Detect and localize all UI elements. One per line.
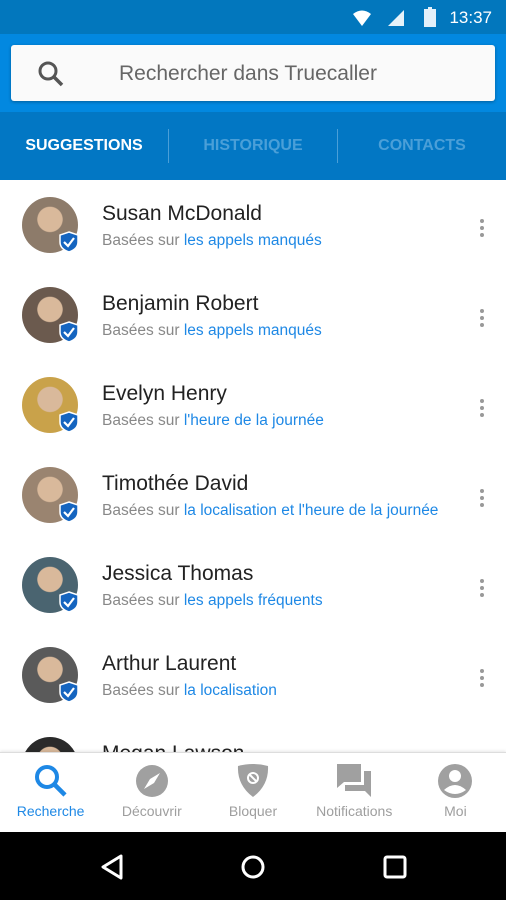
verified-badge-icon xyxy=(59,501,79,523)
block-shield-icon xyxy=(237,764,269,797)
suggestion-reason: Basées sur les appels fréquents xyxy=(102,592,323,610)
nav-decouvrir[interactable]: Découvrir xyxy=(101,753,202,832)
reason-link: les appels manqués xyxy=(183,232,322,249)
clock: 13:37 xyxy=(449,8,492,27)
suggestion-reason: Basées sur les appels manqués xyxy=(102,232,322,250)
back-icon[interactable] xyxy=(100,854,124,880)
verified-badge-icon xyxy=(59,231,79,253)
nav-label: Recherche xyxy=(16,803,85,819)
contact-row[interactable]: Timothée David Basées sur la localisatio… xyxy=(0,450,506,540)
app-bar: Rechercher dans Truecaller xyxy=(0,34,506,112)
avatar xyxy=(22,737,78,752)
compass-icon xyxy=(135,765,168,797)
contact-row[interactable]: Susan McDonald Basées sur les appels man… xyxy=(0,180,506,270)
search-icon xyxy=(38,61,64,87)
contact-row[interactable]: Arthur Laurent Basées sur la localisatio… xyxy=(0,630,506,720)
reason-prefix: Basées sur xyxy=(102,502,184,519)
more-options-icon[interactable] xyxy=(479,669,485,690)
nav-recherche[interactable]: Recherche xyxy=(0,753,101,832)
more-options-icon[interactable] xyxy=(479,309,485,330)
nav-bloquer[interactable]: Bloquer xyxy=(202,753,303,832)
suggestion-reason: Basées sur les appels manqués xyxy=(102,322,322,340)
chat-icon xyxy=(337,764,372,797)
more-options-icon[interactable] xyxy=(479,399,485,420)
reason-link: la localisation xyxy=(183,682,277,699)
verified-badge-icon xyxy=(59,681,79,703)
home-icon[interactable] xyxy=(240,854,266,880)
suggestion-reason: Basées sur la localisation xyxy=(102,682,277,700)
battery-icon xyxy=(424,7,436,27)
status-bar: 13:37 xyxy=(0,0,506,34)
search-icon xyxy=(34,765,67,797)
verified-badge-icon xyxy=(59,321,79,343)
recents-icon[interactable] xyxy=(383,855,407,879)
contact-name: Susan McDonald xyxy=(102,202,262,225)
reason-prefix: Basées sur xyxy=(102,232,184,249)
reason-link: les appels fréquents xyxy=(183,592,323,609)
contact-name: Megan Lawson xyxy=(102,742,244,752)
suggestion-reason: Basées sur l'heure de la journée xyxy=(102,412,324,430)
system-nav-bar xyxy=(0,832,506,900)
tab-historique[interactable]: HISTORIQUE xyxy=(169,137,337,155)
more-options-icon[interactable] xyxy=(479,489,485,510)
contact-name: Evelyn Henry xyxy=(102,382,227,405)
nav-label: Découvrir xyxy=(121,803,182,819)
reason-prefix: Basées sur xyxy=(102,682,184,699)
reason-prefix: Basées sur xyxy=(102,412,184,429)
contact-name: Arthur Laurent xyxy=(102,652,237,675)
reason-link: la localisation et l'heure de la journée xyxy=(183,502,439,519)
tab-contacts[interactable]: CONTACTS xyxy=(338,137,506,155)
wifi-icon xyxy=(353,10,371,26)
contact-row[interactable]: Megan Lawson xyxy=(0,720,506,752)
reason-link: l'heure de la journée xyxy=(183,412,324,429)
suggestion-list: Susan McDonald Basées sur les appels man… xyxy=(0,180,506,752)
search-placeholder: Rechercher dans Truecaller xyxy=(119,62,377,85)
nav-notifications[interactable]: Notifications xyxy=(304,753,405,832)
contact-row[interactable]: Evelyn Henry Basées sur l'heure de la jo… xyxy=(0,360,506,450)
more-options-icon[interactable] xyxy=(479,579,485,600)
tab-bar: SUGGESTIONS HISTORIQUE CONTACTS xyxy=(0,112,506,180)
suggestion-reason: Basées sur la localisation et l'heure de… xyxy=(102,502,438,520)
bottom-nav: Recherche Découvrir Bloquer Notification… xyxy=(0,752,506,832)
nav-label: Notifications xyxy=(316,803,393,819)
verified-badge-icon xyxy=(59,591,79,613)
contact-row[interactable]: Benjamin Robert Basées sur les appels ma… xyxy=(0,270,506,360)
nav-label: Bloquer xyxy=(228,803,278,819)
nav-label: Moi xyxy=(444,803,467,819)
reason-link: les appels manqués xyxy=(183,322,322,339)
contact-name: Jessica Thomas xyxy=(102,562,254,585)
signal-icon xyxy=(388,10,404,26)
search-input[interactable]: Rechercher dans Truecaller xyxy=(11,45,495,101)
contact-row[interactable]: Jessica Thomas Basées sur les appels fré… xyxy=(0,540,506,630)
tab-suggestions[interactable]: SUGGESTIONS xyxy=(0,137,168,155)
verified-badge-icon xyxy=(59,411,79,433)
nav-moi[interactable]: Moi xyxy=(405,753,506,832)
contact-name: Timothée David xyxy=(102,472,249,495)
reason-prefix: Basées sur xyxy=(102,322,184,339)
profile-icon xyxy=(438,764,473,798)
more-options-icon[interactable] xyxy=(479,219,485,240)
reason-prefix: Basées sur xyxy=(102,592,184,609)
contact-name: Benjamin Robert xyxy=(102,292,259,315)
